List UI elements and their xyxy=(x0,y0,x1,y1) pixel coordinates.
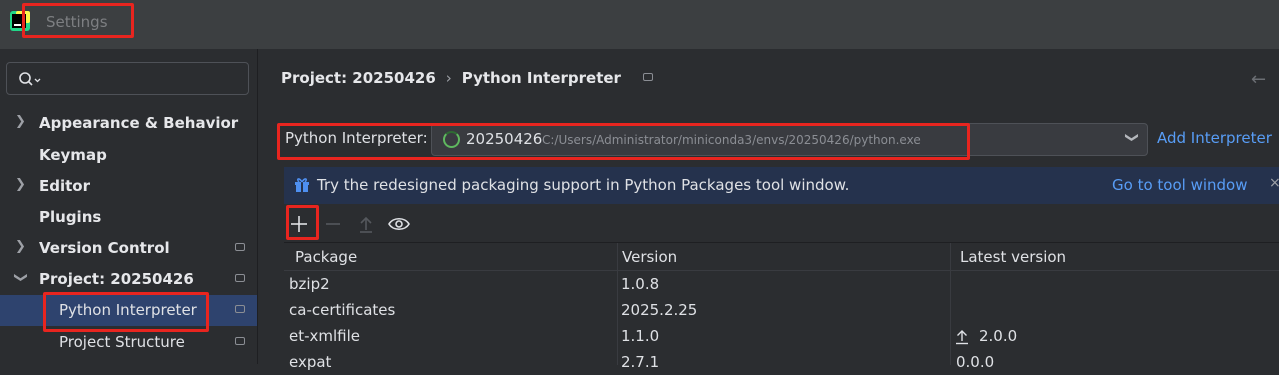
add-interpreter-link[interactable]: Add Interpreter xyxy=(1157,129,1272,147)
chevron-right-icon[interactable]: ❯ xyxy=(15,239,26,254)
plus-icon[interactable] xyxy=(286,211,312,237)
sidebar-item-project[interactable]: ❯ Project: 20250426 xyxy=(0,264,257,295)
table-row[interactable]: ca-certificates 2025.2.25 xyxy=(284,297,1279,323)
column-header-latest-version[interactable]: Latest version xyxy=(960,248,1066,266)
package-name: ca-certificates xyxy=(289,301,396,319)
package-version: 2025.2.25 xyxy=(621,301,698,319)
packages-table: Package Version Latest version bzip2 1.0… xyxy=(284,242,1279,371)
sidebar-item-editor[interactable]: ❯ Editor xyxy=(0,171,257,202)
search-icon xyxy=(19,72,41,86)
interpreter-env-path: C:/Users/Administrator/miniconda3/envs/2… xyxy=(542,133,921,147)
project-scope-icon xyxy=(235,274,245,282)
chevron-down-icon[interactable]: ❯ xyxy=(1124,132,1139,143)
go-to-tool-window-link[interactable]: Go to tool window xyxy=(1112,176,1247,194)
pycharm-logo-icon xyxy=(10,11,30,31)
loading-spinner-icon xyxy=(443,131,460,148)
package-name: bzip2 xyxy=(289,275,330,293)
project-scope-icon xyxy=(235,305,245,313)
interpreter-env-name: 20250426 xyxy=(466,130,543,148)
project-scope-icon xyxy=(235,337,245,345)
sidebar-item-appearance[interactable]: ❯ Appearance & Behavior xyxy=(0,108,257,139)
upgrade-arrow-icon[interactable] xyxy=(353,211,379,237)
sidebar-item-project-structure[interactable]: Project Structure xyxy=(0,327,257,358)
package-version: 1.0.8 xyxy=(621,275,660,293)
gift-icon xyxy=(295,178,309,192)
interpreter-label: Python Interpreter: xyxy=(285,129,428,147)
search-input[interactable] xyxy=(6,62,249,95)
package-name: expat xyxy=(289,353,332,371)
breadcrumb-project[interactable]: Project: 20250426 xyxy=(281,69,436,87)
sidebar-item-version-control[interactable]: ❯ Version Control xyxy=(0,233,257,264)
project-scope-icon xyxy=(642,73,653,81)
title-bar: Settings xyxy=(0,0,1279,49)
package-version: 1.1.0 xyxy=(621,327,660,345)
packaging-banner: Try the redesigned packaging support in … xyxy=(284,167,1279,204)
eye-icon[interactable] xyxy=(386,211,412,237)
project-scope-icon xyxy=(235,243,245,251)
breadcrumb-page: Python Interpreter xyxy=(461,69,621,87)
column-header-package[interactable]: Package xyxy=(295,248,357,266)
chevron-down-icon[interactable]: ❯ xyxy=(13,272,28,283)
window-title: Settings xyxy=(46,13,108,31)
table-row[interactable]: et-xmlfile 1.1.0 2.0.0 xyxy=(284,323,1279,349)
packages-toolbar xyxy=(284,207,1279,241)
settings-sidebar: ❯ Appearance & Behavior Keymap ❯ Editor … xyxy=(0,49,257,364)
breadcrumb-separator: › xyxy=(445,69,452,87)
column-header-version[interactable]: Version xyxy=(622,248,677,266)
banner-message: Try the redesigned packaging support in … xyxy=(317,176,850,194)
table-row[interactable]: expat 2.7.1 0.0.0 xyxy=(284,349,1279,375)
chevron-right-icon[interactable]: ❯ xyxy=(15,114,26,129)
minus-icon[interactable] xyxy=(320,211,346,237)
breadcrumb: Project: 20250426 › Python Interpreter xyxy=(281,69,653,87)
interpreter-dropdown[interactable]: 20250426 C:/Users/Administrator/minicond… xyxy=(431,123,1148,156)
sidebar-item-keymap[interactable]: Keymap xyxy=(0,140,257,171)
settings-content: Project: 20250426 › Python Interpreter ← P… xyxy=(258,49,1279,371)
package-latest-version: 0.0.0 xyxy=(956,353,995,371)
sidebar-item-plugins[interactable]: Plugins xyxy=(0,202,257,233)
chevron-right-icon[interactable]: ❯ xyxy=(15,177,26,192)
sidebar-item-python-interpreter[interactable]: Python Interpreter xyxy=(0,295,257,326)
package-name: et-xmlfile xyxy=(289,327,361,345)
back-arrow-icon[interactable]: ← xyxy=(1251,69,1266,90)
package-latest-version: 2.0.0 xyxy=(979,327,1018,345)
close-icon[interactable]: × xyxy=(1269,175,1279,191)
package-version: 2.7.1 xyxy=(621,353,660,371)
table-header: Package Version Latest version xyxy=(284,243,1279,271)
upgrade-available-icon xyxy=(956,330,968,345)
table-row[interactable]: bzip2 1.0.8 xyxy=(284,271,1279,297)
